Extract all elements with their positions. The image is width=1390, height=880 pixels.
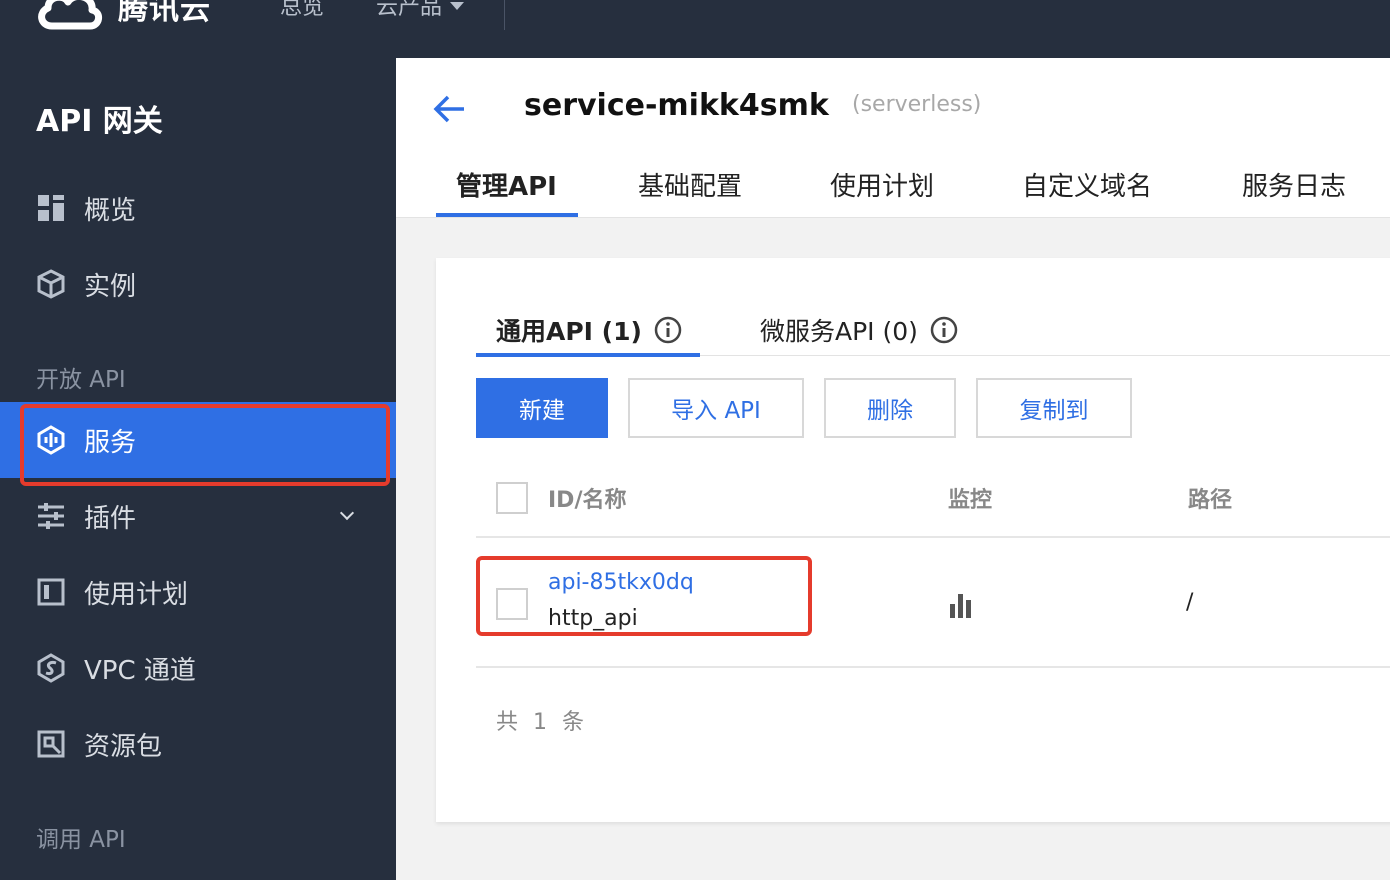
sidebar-item-vpc[interactable]: VPC 通道 <box>0 630 396 706</box>
info-icon[interactable] <box>654 316 682 344</box>
sidebar-item-plugin[interactable]: 插件 <box>0 478 396 554</box>
service-icon <box>37 425 65 455</box>
sidebar-item-overview[interactable]: 概览 <box>0 170 396 246</box>
table-row: api-85tkx0dq http_api / <box>476 538 1390 668</box>
copy-to-button[interactable]: 复制到 <box>976 378 1132 438</box>
cube-icon <box>37 269 65 299</box>
top-nav-overview[interactable]: 总览 <box>280 0 324 28</box>
import-api-button[interactable]: 导入 API <box>628 378 804 438</box>
tab-manage-api[interactable]: 管理API <box>456 166 557 218</box>
row-checkbox[interactable] <box>496 588 528 620</box>
service-name: service-mikk4smk <box>524 88 829 123</box>
api-name: http_api <box>548 606 638 631</box>
api-path: / <box>1186 590 1194 615</box>
sidebar: API 网关 概览 实例 开放 API 服务 插件 使用计划 VPC 通道 资源… <box>0 58 396 880</box>
caret-down-icon <box>450 2 465 10</box>
sidebar-title: API 网关 <box>36 104 163 139</box>
sidebar-item-label: 服务 <box>84 427 137 458</box>
tencent-cloud-logo-icon[interactable] <box>34 0 104 32</box>
delete-button[interactable]: 删除 <box>824 378 956 438</box>
sidebar-item-label: 概览 <box>84 195 137 226</box>
plugin-icon <box>38 503 64 529</box>
column-monitor: 监控 <box>948 488 993 513</box>
api-list-card: 通用API (1) 微服务API (0) 新建 导入 API 删除 复制到 ID… <box>436 258 1390 822</box>
sidebar-item-package[interactable]: 资源包 <box>0 706 396 782</box>
vpc-icon <box>37 653 65 683</box>
monitor-chart-icon[interactable] <box>948 590 978 620</box>
sidebar-item-label: 插件 <box>84 503 137 534</box>
table-header: ID/名称 监控 路径 <box>476 458 1390 538</box>
sidebar-item-label: 使用计划 <box>84 579 189 610</box>
top-nav-products-label: 云产品 <box>376 0 443 20</box>
top-divider <box>504 0 505 30</box>
tab-custom-domain[interactable]: 自定义域名 <box>1022 166 1152 218</box>
brand-name[interactable]: 腾讯云 <box>118 0 211 30</box>
dashboard-icon <box>38 195 64 221</box>
subtab-microservice-api[interactable]: 微服务API (0) <box>760 312 958 348</box>
tab-basic-config[interactable]: 基础配置 <box>638 166 742 218</box>
plan-icon <box>37 578 65 606</box>
subtab-label: 微服务API (0) <box>760 317 918 346</box>
column-id-name[interactable]: ID/名称 <box>548 482 626 514</box>
subtab-general-api[interactable]: 通用API (1) <box>496 312 682 348</box>
tab-service-log[interactable]: 服务日志 <box>1242 166 1346 218</box>
chevron-down-icon[interactable] <box>339 505 355 521</box>
new-api-button[interactable]: 新建 <box>476 378 608 438</box>
select-all-checkbox[interactable] <box>496 482 528 514</box>
info-icon[interactable] <box>930 316 958 344</box>
api-id-link[interactable]: api-85tkx0dq <box>548 570 694 595</box>
column-path: 路径 <box>1188 488 1233 513</box>
sidebar-item-label: 资源包 <box>84 731 163 762</box>
top-nav-products[interactable]: 云产品 <box>376 0 465 28</box>
sidebar-item-service[interactable]: 服务 <box>0 402 396 486</box>
tab-usage-plan[interactable]: 使用计划 <box>830 166 934 218</box>
sidebar-item-instance[interactable]: 实例 <box>0 246 396 322</box>
service-type-tag: (serverless) <box>852 92 982 117</box>
total-count: 共 1 条 <box>496 710 588 735</box>
section-open-api: 开放 API <box>36 367 126 393</box>
package-icon <box>37 730 65 758</box>
back-arrow-icon[interactable] <box>432 94 466 124</box>
sidebar-item-label: VPC 通道 <box>84 655 196 686</box>
top-bar: 腾讯云 总览 云产品 <box>0 0 1390 58</box>
active-tab-indicator <box>436 213 578 217</box>
page-header: service-mikk4smk (serverless) 管理API 基础配置… <box>396 58 1390 218</box>
active-subtab-indicator <box>476 353 700 357</box>
sidebar-item-label: 实例 <box>84 271 137 302</box>
sidebar-item-usage-plan[interactable]: 使用计划 <box>0 554 396 630</box>
section-call-api: 调用 API <box>36 827 126 853</box>
subtab-label: 通用API (1) <box>496 317 642 346</box>
